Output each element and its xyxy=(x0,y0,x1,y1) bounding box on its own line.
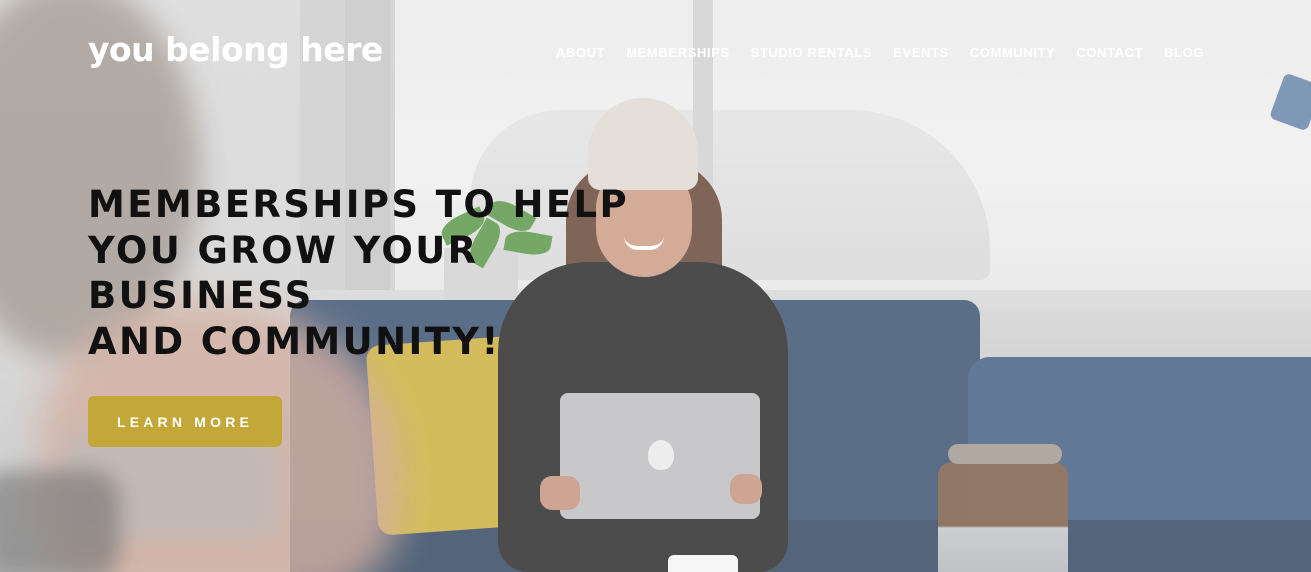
headline-line: MEMBERSHIPS TO HELP xyxy=(88,183,630,226)
nav-item-studio-rentals[interactable]: STUDIO RENTALS xyxy=(751,45,873,61)
main-nav: ABOUT MEMBERSHIPS STUDIO RENTALS EVENTS … xyxy=(556,45,1204,61)
headline-line: AND COMMUNITY! xyxy=(88,319,501,363)
learn-more-button[interactable]: LEARN MORE xyxy=(88,396,282,447)
headline-line: BUSINESS xyxy=(88,274,314,317)
site-logo[interactable]: you belong here xyxy=(88,30,383,69)
nav-item-events[interactable]: EVENTS xyxy=(893,45,949,61)
nav-item-about[interactable]: ABOUT xyxy=(556,45,605,61)
nav-item-community[interactable]: COMMUNITY xyxy=(970,45,1056,61)
hero-headline: MEMBERSHIPS TO HELP YOU GROW YOUR BUSINE… xyxy=(88,182,630,364)
nav-item-blog[interactable]: BLOG xyxy=(1164,45,1204,61)
nav-item-memberships[interactable]: MEMBERSHIPS xyxy=(626,45,729,61)
hero-section: you belong here ABOUT MEMBERSHIPS STUDIO… xyxy=(0,0,1311,572)
nav-item-contact[interactable]: CONTACT xyxy=(1076,45,1143,61)
site-header: you belong here ABOUT MEMBERSHIPS STUDIO… xyxy=(0,0,1311,100)
headline-line: YOU GROW YOUR xyxy=(88,228,479,272)
